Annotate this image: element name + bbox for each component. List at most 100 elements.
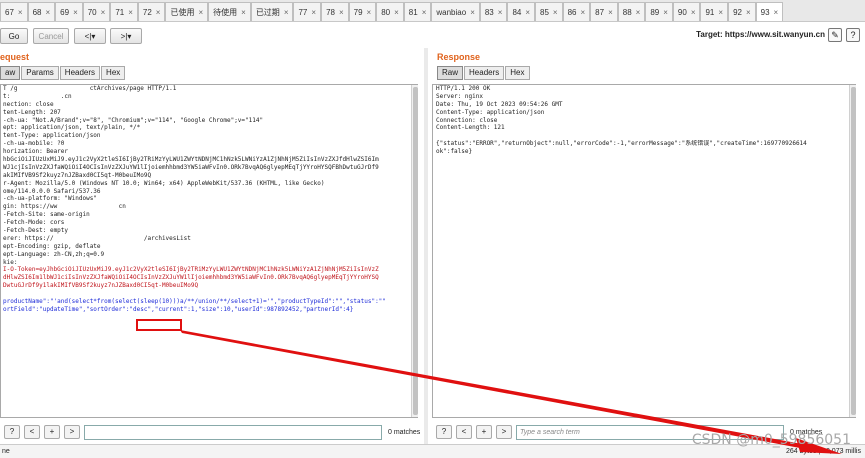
tab-17[interactable]: 85 × (535, 2, 563, 21)
close-icon[interactable]: × (311, 8, 316, 17)
close-icon[interactable]: × (718, 8, 723, 17)
close-icon[interactable]: × (498, 8, 503, 17)
tab-9[interactable]: 77 × (293, 2, 322, 21)
back-button[interactable]: <|▾ (74, 28, 106, 44)
tab-label: 87 (595, 8, 605, 17)
tab-headers[interactable]: Headers (464, 66, 505, 80)
tab-label: 83 (484, 8, 494, 17)
next-match-button[interactable]: > (496, 425, 512, 439)
close-icon[interactable]: × (608, 8, 613, 17)
tab-label: 69 (60, 8, 70, 17)
close-icon[interactable]: × (525, 8, 530, 17)
help-icon[interactable]: ? (4, 425, 20, 439)
tab-11[interactable]: 79 × (348, 2, 377, 21)
tab-21[interactable]: 89 × (645, 2, 673, 21)
tab-3[interactable]: 70 × (82, 2, 111, 21)
watermark: CSDN @m0_59856051 (691, 432, 851, 448)
tab-4[interactable]: 71 × (110, 2, 138, 21)
tab-24[interactable]: 92 × (728, 2, 756, 21)
tab-15[interactable]: 83 × (479, 2, 508, 21)
request-line: t: .cn (3, 92, 72, 100)
response-editor[interactable]: HTTP/1.1 200 OK Server: nginx Date: Thu, 1… (432, 84, 856, 418)
close-icon[interactable]: × (553, 8, 558, 17)
tab-headers[interactable]: Headers (59, 66, 101, 80)
tab-params[interactable]: Params (21, 66, 59, 80)
pane-divider[interactable] (424, 48, 428, 444)
tab-13[interactable]: 81 × (403, 2, 432, 21)
previous-match-button[interactable]: < (24, 425, 40, 439)
tab-16[interactable]: 84 × (507, 2, 536, 21)
request-view-tabs: aw Params Headers Hex (0, 66, 424, 82)
forward-button[interactable]: >|▾ (110, 28, 142, 44)
request-line: tent-Length: 207 (3, 108, 61, 116)
tab-22[interactable]: 90 × (672, 2, 701, 21)
help-icon[interactable]: ? (846, 28, 860, 42)
cancel-button[interactable]: Cancel (33, 28, 69, 44)
tab-label: 84 (512, 8, 522, 17)
close-icon[interactable]: × (422, 8, 427, 17)
tab-5[interactable]: 72 × (137, 2, 166, 21)
tab-label: 80 (381, 8, 391, 17)
request-line: -ch-ua-platform: "Windows" (3, 195, 97, 203)
close-icon[interactable]: × (691, 8, 696, 17)
tab-raw[interactable]: Raw (437, 66, 464, 80)
response-scrollbar[interactable] (849, 85, 856, 417)
close-icon[interactable]: × (746, 8, 751, 17)
tab-hex[interactable]: Hex (505, 66, 530, 80)
tab-18[interactable]: 86 × (562, 2, 591, 21)
close-icon[interactable]: × (339, 8, 344, 17)
previous-match-button[interactable]: < (456, 425, 472, 439)
request-line: -ch-ua: "Not.A/Brand";v="8", "Chromium";… (3, 116, 264, 124)
tab-1[interactable]: 68 × (27, 2, 56, 21)
tab-8[interactable]: 已过期 × (250, 2, 294, 21)
close-icon[interactable]: × (45, 8, 50, 17)
request-scroll-thumb[interactable] (413, 87, 418, 415)
tab-7[interactable]: 待使用 × (208, 2, 251, 21)
pencil-icon[interactable]: ✎ (828, 28, 842, 42)
tab-12[interactable]: 80 × (376, 2, 404, 21)
status-left: ne (2, 448, 10, 455)
tab-20[interactable]: 88 × (617, 2, 646, 21)
go-button[interactable]: Go (0, 28, 28, 44)
tab-label: 已使用 (170, 8, 195, 17)
request-line: -ch-ua-mobile: ?0 (3, 140, 65, 148)
close-icon[interactable]: × (284, 8, 289, 17)
close-icon[interactable]: × (73, 8, 78, 17)
next-match-button[interactable]: > (64, 425, 80, 439)
tab-hex[interactable]: Hex (101, 66, 126, 80)
tab-0[interactable]: 67 × (0, 2, 28, 21)
close-icon[interactable]: × (198, 8, 203, 17)
close-icon[interactable]: × (774, 8, 779, 17)
close-icon[interactable]: × (636, 8, 641, 17)
request-scrollbar[interactable] (411, 85, 418, 417)
close-icon[interactable]: × (156, 8, 161, 17)
close-icon[interactable]: × (394, 8, 399, 17)
tab-23[interactable]: 91 × (700, 2, 729, 21)
tab-19[interactable]: 87 × (590, 2, 618, 21)
close-icon[interactable]: × (128, 8, 133, 17)
close-icon[interactable]: × (367, 8, 372, 17)
close-icon[interactable]: × (18, 8, 23, 17)
add-button[interactable]: + (44, 425, 60, 439)
tab-14[interactable]: wanbiao × (431, 2, 480, 21)
close-icon[interactable]: × (241, 8, 246, 17)
tab-2[interactable]: 69 × (55, 2, 83, 21)
response-line: Date: Thu, 19 Oct 2023 09:54:26 GMT (436, 100, 563, 108)
request-line: ome/114.0.0.0 Safari/537.36 (3, 187, 101, 195)
close-icon[interactable]: × (470, 8, 475, 17)
close-icon[interactable]: × (581, 8, 586, 17)
tab-label: 70 (87, 8, 97, 17)
request-line: ept: application/json, text/plain, */* (3, 124, 141, 132)
request-editor[interactable]: T /g ctArchives/page HTTP/1.1 t: .cn necti… (0, 84, 418, 418)
tab-6[interactable]: 已使用 × (165, 2, 209, 21)
tab-label: 78 (326, 8, 335, 17)
tab-10[interactable]: 78 × (321, 2, 349, 21)
response-scroll-thumb[interactable] (851, 87, 856, 415)
add-button[interactable]: + (476, 425, 492, 439)
help-icon[interactable]: ? (436, 425, 452, 439)
tab-25[interactable]: 93 × (755, 2, 784, 21)
tab-raw[interactable]: aw (0, 66, 21, 80)
close-icon[interactable]: × (663, 8, 668, 17)
request-search-input[interactable] (84, 424, 382, 440)
close-icon[interactable]: × (101, 8, 106, 17)
